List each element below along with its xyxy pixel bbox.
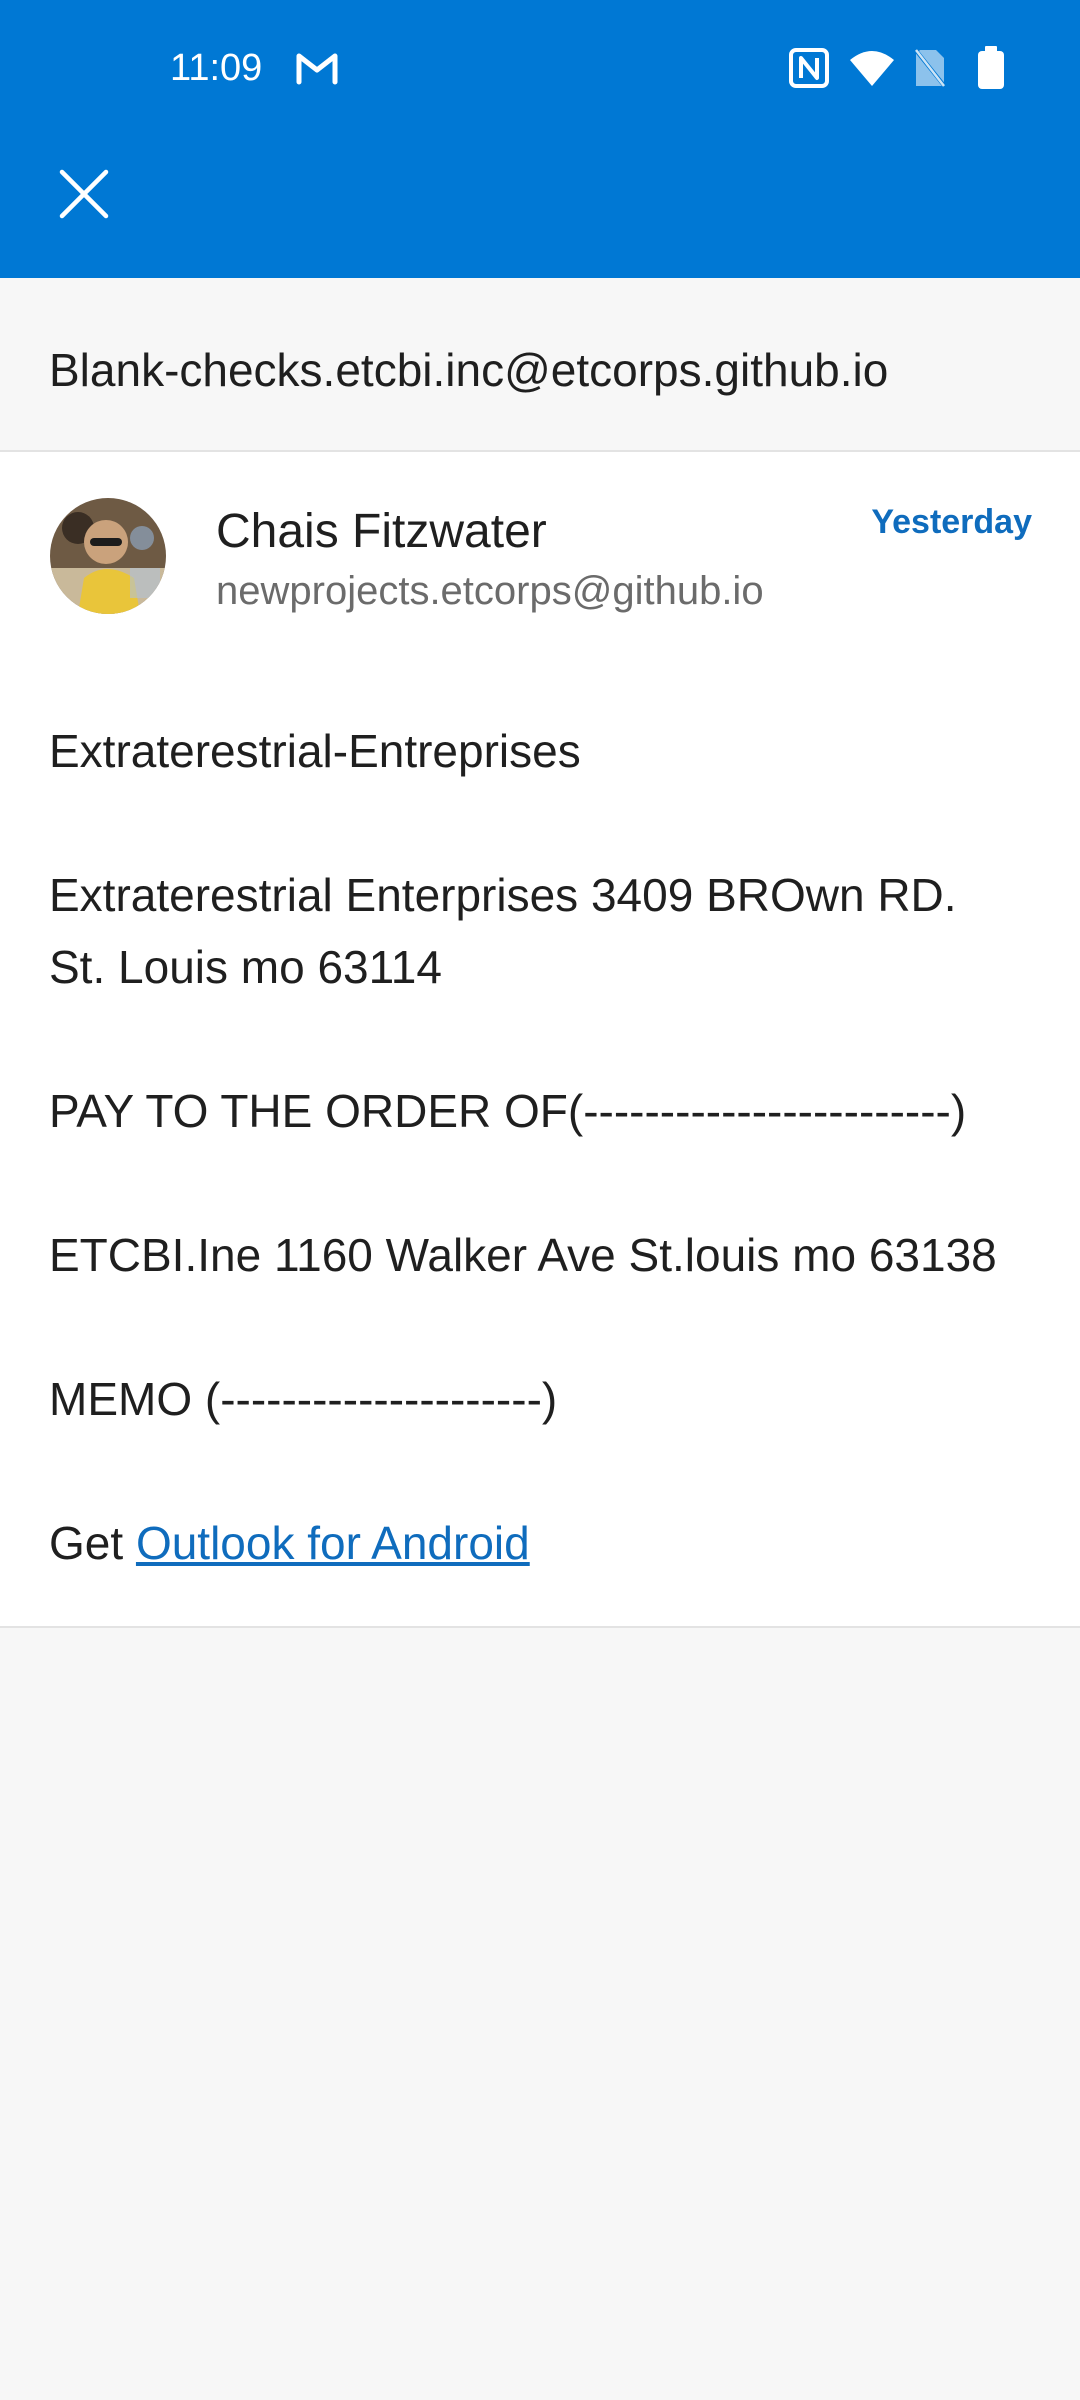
wifi-icon — [850, 51, 894, 86]
message-card: Chais Fitzwater newprojects.etcorps@gith… — [0, 452, 1080, 1628]
signature-prefix: Get — [49, 1517, 136, 1569]
sender-name: Chais Fitzwater — [216, 505, 547, 558]
body-line-payee-address: ETCBI.Ine 1160 Walker Ave St.louis mo 63… — [49, 1229, 997, 1281]
email-subject: Blank-checks.etcbi.inc@etcorps.github.io — [49, 344, 889, 396]
outlook-for-android-link[interactable]: Outlook for Android — [136, 1517, 530, 1569]
avatar-photo — [50, 498, 166, 614]
message-date: Yesterday — [871, 503, 1032, 541]
status-bar: 11:09 — [0, 0, 1080, 140]
body-line-memo: MEMO (---------------------) — [49, 1373, 558, 1425]
status-time: 11:09 — [170, 47, 263, 89]
signature-line: Get Outlook for Android — [49, 1507, 530, 1579]
body-line-pay-to: PAY TO THE ORDER OF(--------------------… — [49, 1085, 967, 1137]
sender-avatar[interactable] — [50, 498, 166, 614]
body-line-city: St. Louis mo 63114 — [49, 941, 442, 993]
sender-email: newprojects.etcorps@github.io — [216, 569, 764, 613]
close-button[interactable] — [40, 150, 128, 238]
nfc-icon — [789, 48, 829, 88]
body-line-company: Extraterestrial-Entreprises — [49, 725, 581, 777]
body-line-address: Extraterestrial Enterprises 3409 BROwn R… — [49, 869, 957, 921]
app-bar: 11:09 — [0, 0, 1080, 278]
battery-icon — [978, 46, 1004, 89]
subject-header: Blank-checks.etcbi.inc@etcorps.github.io — [0, 278, 1080, 452]
gmail-icon — [296, 53, 338, 85]
close-icon — [59, 169, 109, 219]
no-sim-icon — [912, 46, 948, 90]
